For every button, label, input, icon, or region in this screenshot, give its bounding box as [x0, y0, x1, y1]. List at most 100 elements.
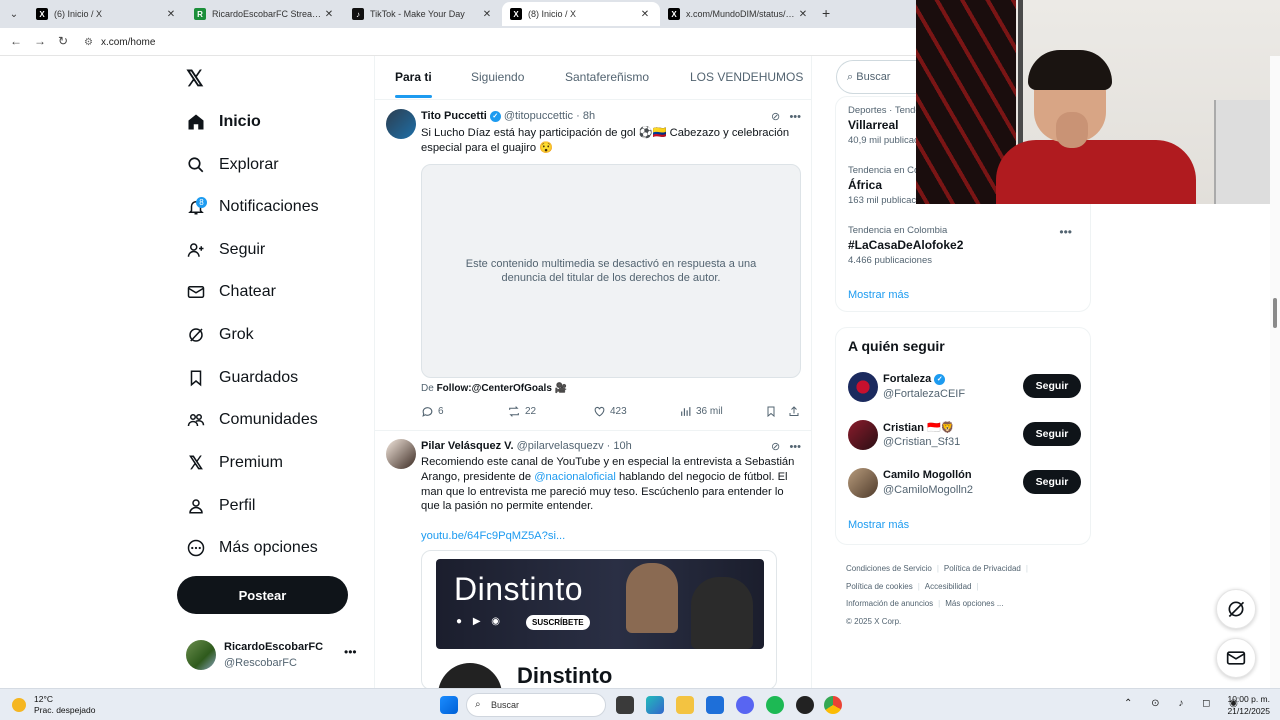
sidebar-item-inicio[interactable]: Inicio	[186, 105, 261, 139]
tweet-author-handle[interactable]: @pilarvelasquezv	[517, 440, 604, 452]
browser-tab-active[interactable]: X (8) Inicio / X ✕	[502, 2, 660, 26]
follow-button[interactable]: Seguir	[1023, 470, 1081, 494]
tweet-header-icons: ⊘ •••	[771, 110, 801, 123]
show-more-accounts-link[interactable]: Mostrar más	[848, 519, 909, 531]
footer-link[interactable]: Condiciones de Servicio	[846, 564, 932, 573]
youtube-link[interactable]: youtu.be/64Fc9PqMZ5A?si...	[421, 529, 801, 544]
browser-tab[interactable]: X x.com/MundoDIM/status/2002 ✕	[660, 2, 818, 26]
views-count: 36 mil	[696, 406, 723, 417]
browser-tab[interactable]: ♪ TikTok - Make Your Day ✕	[344, 2, 502, 26]
trend-item[interactable]: Tendencia en Colombia #LaCasaDeAlofoke2 …	[848, 225, 1080, 266]
close-tab-icon[interactable]: ✕	[796, 9, 810, 20]
spotify-icon[interactable]	[766, 696, 784, 714]
tweet-author-handle[interactable]: @titopuccettic	[504, 110, 573, 122]
trend-count: 4.466 publicaciones	[848, 255, 932, 266]
tab-siguiendo[interactable]: Siguiendo	[471, 70, 524, 84]
sidebar-item-guardados[interactable]: Guardados	[186, 361, 298, 395]
grok-icon[interactable]: ⊘	[771, 111, 780, 123]
tweet[interactable]: Pilar Velásquez V. @pilarvelasquezv · 10…	[375, 432, 811, 688]
close-tab-icon[interactable]: ✕	[480, 9, 494, 20]
like-button[interactable]: 423	[593, 405, 627, 418]
file-explorer-icon[interactable]	[676, 696, 694, 714]
suggested-account[interactable]: Cristian 🇮🇩🦁 @Cristian_Sf31 Seguir	[848, 419, 1084, 451]
media-source-account[interactable]: Follow:@CenterOfGoals 🎥	[437, 383, 568, 394]
sidebar-item-perfil[interactable]: Perfil	[186, 489, 255, 523]
sidebar-item-notificaciones[interactable]: 8 Notificaciones	[186, 190, 319, 224]
sidebar-item-comunidades[interactable]: Comunidades	[186, 403, 318, 437]
tab-list-dropdown-icon[interactable]: ⌄	[4, 4, 24, 24]
scrollbar-thumb[interactable]	[1273, 298, 1277, 328]
more-horizontal-icon[interactable]: •••	[1059, 225, 1072, 239]
forward-icon[interactable]: →	[34, 34, 46, 48]
tweet-author-name[interactable]: Pilar Velásquez V.	[421, 440, 514, 452]
system-clock[interactable]: 10:00 p. m. 21/12/2025	[1226, 693, 1270, 717]
footer-link[interactable]: Política de Privacidad	[944, 564, 1021, 573]
more-horizontal-icon[interactable]: •••	[789, 441, 801, 453]
reload-icon[interactable]: ↻	[58, 34, 68, 48]
store-icon[interactable]	[706, 696, 724, 714]
timeline: Para ti Siguiendo Santafereñismo LOS VEN…	[374, 56, 812, 688]
close-tab-icon[interactable]: ✕	[164, 9, 178, 20]
post-button[interactable]: Postear	[177, 576, 348, 614]
tweet-author-name[interactable]: Tito Puccetti	[421, 110, 487, 122]
taskbar-search[interactable]: ⌕ Buscar	[466, 693, 606, 717]
views-button[interactable]: 36 mil	[679, 405, 723, 418]
sidebar-item-grok[interactable]: Grok	[186, 318, 254, 352]
obs-icon[interactable]	[796, 696, 814, 714]
chrome-icon[interactable]	[824, 696, 842, 714]
close-tab-icon[interactable]: ✕	[322, 9, 336, 20]
sidebar-item-explorar[interactable]: Explorar	[186, 148, 279, 182]
sidebar-item-premium[interactable]: 𝕏 Premium	[186, 446, 283, 480]
follow-button[interactable]: Seguir	[1023, 422, 1081, 446]
sidebar-item-chatear[interactable]: Chatear	[186, 275, 276, 309]
grok-floating-button[interactable]	[1216, 589, 1256, 629]
url-field[interactable]: ⚙ x.com/home	[84, 33, 155, 51]
windows-start-icon[interactable]	[440, 696, 458, 714]
footer-link[interactable]: Accesibilidad	[925, 582, 972, 591]
more-horizontal-icon[interactable]: •••	[789, 111, 801, 123]
show-more-trends-link[interactable]: Mostrar más	[848, 289, 909, 301]
copilot-icon[interactable]	[646, 696, 664, 714]
sidebar-item-mas-opciones[interactable]: Más opciones	[186, 531, 318, 565]
page-scrollbar[interactable]	[1270, 56, 1280, 688]
back-icon[interactable]: ←	[10, 34, 22, 48]
footer-link[interactable]: Información de anuncios	[846, 599, 933, 608]
grok-icon[interactable]: ⊘	[771, 441, 780, 453]
tweet-time[interactable]: 10h	[613, 440, 631, 452]
tweet-time[interactable]: 8h	[583, 110, 595, 122]
search-input[interactable]: ⌕ Buscar	[836, 60, 926, 94]
weather-widget[interactable]: 12°C Prac. despejado	[12, 694, 95, 716]
tab-para-ti[interactable]: Para ti	[395, 70, 432, 98]
weather-sun-icon	[12, 698, 26, 712]
sidebar-item-seguir[interactable]: Seguir	[186, 233, 265, 267]
reply-icon	[422, 407, 433, 417]
x-logo-icon[interactable]: 𝕏	[186, 66, 204, 92]
browser-tab[interactable]: X (6) Inicio / X ✕	[28, 2, 186, 26]
suggested-account[interactable]: Camilo Mogollón @CamiloMogolln2 Seguir	[848, 467, 1084, 499]
browser-tab[interactable]: R RicardoEscobarFC Stream - Wa ✕	[186, 2, 344, 26]
tab-los-vendehumos[interactable]: LOS VENDEHUMOS	[690, 70, 803, 84]
follow-button[interactable]: Seguir	[1023, 374, 1081, 398]
discord-icon[interactable]	[736, 696, 754, 714]
suggested-account[interactable]: Fortaleza ✓ @FortalezaCEIF Seguir	[848, 371, 1084, 403]
close-tab-icon[interactable]: ✕	[638, 9, 652, 20]
avatar[interactable]	[386, 439, 416, 469]
more-horizontal-icon[interactable]: •••	[344, 645, 357, 659]
task-view-icon[interactable]	[616, 696, 634, 714]
messages-floating-button[interactable]	[1216, 638, 1256, 678]
avatar[interactable]	[386, 109, 416, 139]
tweet[interactable]: Tito Puccetti ✓ @titopuccettic · 8h ⊘ ••• …	[375, 100, 811, 431]
repost-button[interactable]: 22	[507, 405, 536, 418]
share-button[interactable]	[788, 405, 800, 418]
footer-link[interactable]: Política de cookies	[846, 582, 913, 591]
reply-button[interactable]: 6	[421, 405, 444, 418]
new-tab-icon[interactable]: +	[822, 5, 830, 21]
link-preview-card[interactable]: Dinstinto ● ▶ ◉ SUSCRÍBETE Dinstinto	[421, 550, 777, 688]
site-info-icon[interactable]: ⚙	[84, 37, 93, 48]
x-icon: 𝕏	[188, 452, 204, 473]
footer-link[interactable]: Más opciones ...	[945, 599, 1003, 608]
mention-link[interactable]: @nacionaloficial	[534, 471, 616, 483]
account-switcher[interactable]: RicardoEscobarFC @RescobarFC •••	[186, 640, 361, 672]
tab-santaferenismo[interactable]: Santafereñismo	[565, 70, 649, 84]
bookmark-button[interactable]	[765, 405, 777, 418]
